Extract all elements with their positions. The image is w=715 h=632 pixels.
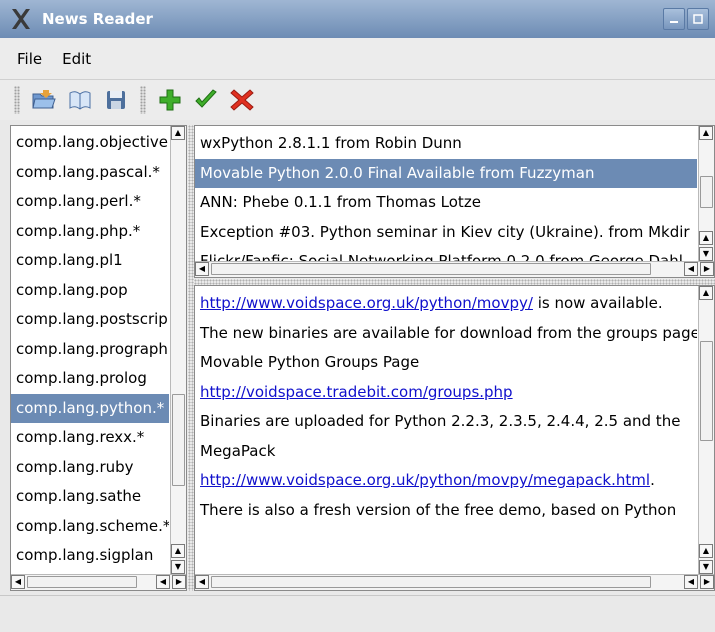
scroll-thumb[interactable] bbox=[211, 576, 651, 588]
article-line: The new binaries are available for downl… bbox=[200, 323, 697, 342]
scroll-thumb[interactable] bbox=[700, 341, 713, 441]
menu-bar: File Edit bbox=[0, 38, 715, 80]
message-list-item[interactable]: ANN: Phebe 0.1.1 from Thomas Lotze bbox=[195, 188, 697, 218]
scroll-up-button[interactable]: ▲ bbox=[171, 544, 185, 558]
article-line: Binaries are uploaded for Python 2.2.3, … bbox=[200, 412, 681, 430]
toolbar-grip[interactable] bbox=[14, 86, 20, 114]
bookmarks-button[interactable] bbox=[64, 84, 96, 116]
status-bar bbox=[0, 595, 715, 632]
group-list-item[interactable]: comp.lang.sigplan bbox=[11, 541, 169, 571]
article-view[interactable]: http://www.voidspace.org.uk/python/movpy… bbox=[194, 285, 715, 591]
group-list-item[interactable]: comp.lang.scheme.* bbox=[11, 512, 169, 542]
message-list-item[interactable]: Movable Python 2.0.0 Final Available fro… bbox=[195, 158, 697, 188]
article-line: http://www.voidspace.org.uk/python/movpy… bbox=[200, 471, 655, 489]
scroll-left-button[interactable]: ◀ bbox=[684, 575, 698, 589]
groups-vscrollbar[interactable]: ▲ ▲ ▼ bbox=[170, 126, 186, 574]
scroll-up-button[interactable]: ▲ bbox=[699, 126, 713, 140]
book-icon bbox=[69, 91, 91, 110]
maximize-icon bbox=[693, 14, 703, 24]
group-list-item[interactable]: comp.lang.perl.* bbox=[11, 187, 169, 217]
messages-hscrollbar[interactable]: ◀ ◀ ▶ bbox=[195, 261, 714, 277]
scroll-right-button[interactable]: ▶ bbox=[172, 575, 186, 589]
menu-edit[interactable]: Edit bbox=[59, 48, 94, 70]
groups-hscrollbar[interactable]: ◀ ◀ ▶ bbox=[11, 574, 186, 590]
check-icon bbox=[195, 89, 217, 108]
scroll-up-button[interactable]: ▲ bbox=[699, 286, 713, 300]
toolbar bbox=[0, 80, 715, 120]
group-list-item[interactable]: comp.lang.php.* bbox=[11, 217, 169, 247]
article-hscrollbar[interactable]: ◀ ◀ ▶ bbox=[195, 574, 714, 590]
scroll-down-button[interactable]: ▼ bbox=[171, 560, 185, 574]
scroll-left-button[interactable]: ◀ bbox=[684, 262, 698, 276]
article-vscrollbar[interactable]: ▲ ▲ ▼ bbox=[698, 286, 714, 574]
scroll-thumb[interactable] bbox=[27, 576, 137, 588]
scroll-down-button[interactable]: ▼ bbox=[699, 560, 713, 574]
article-line: http://www.voidspace.org.uk/python/movpy… bbox=[200, 294, 663, 312]
scroll-down-button[interactable]: ▼ bbox=[699, 247, 713, 261]
app-x-icon bbox=[12, 9, 30, 29]
article-line: There is also a fresh version of the fre… bbox=[200, 500, 677, 519]
group-list-item[interactable]: comp.lang.pop bbox=[11, 276, 169, 306]
article-line: http://voidspace.tradebit.com/groups.php bbox=[195, 378, 697, 408]
scroll-left-button[interactable]: ◀ bbox=[11, 575, 25, 589]
scroll-left-button[interactable]: ◀ bbox=[156, 575, 170, 589]
messages-list[interactable]: wxPython 2.8.1.1 from Robin Dunn Movable … bbox=[194, 125, 715, 278]
delete-button[interactable] bbox=[226, 84, 258, 116]
article-link[interactable]: http://www.voidspace.org.uk/python/movpy… bbox=[200, 471, 650, 489]
message-list-item[interactable]: Exception #03. Python seminar in Kiev ci… bbox=[195, 218, 697, 248]
save-icon bbox=[107, 91, 125, 109]
groups-list[interactable]: comp.lang.objective comp.lang.pascal.* com… bbox=[10, 125, 187, 591]
mark-read-button[interactable] bbox=[190, 84, 222, 116]
window-title: News Reader bbox=[42, 10, 153, 28]
group-list-item[interactable]: comp.lang.postscrip bbox=[11, 305, 169, 335]
open-folder-icon bbox=[32, 90, 56, 109]
group-list-item[interactable]: comp.lang.sathe bbox=[11, 482, 169, 512]
menu-file[interactable]: File bbox=[14, 48, 45, 70]
scroll-thumb[interactable] bbox=[211, 263, 651, 275]
group-list-item[interactable]: comp.lang.prograph bbox=[11, 335, 169, 365]
scroll-up-button[interactable]: ▲ bbox=[171, 126, 185, 140]
article-link[interactable]: http://www.voidspace.org.uk/python/movpy… bbox=[200, 294, 533, 312]
group-list-item[interactable]: comp.lang.objective bbox=[11, 128, 169, 158]
add-button[interactable] bbox=[154, 84, 186, 116]
article-line: MegaPack bbox=[200, 441, 276, 460]
scroll-thumb[interactable] bbox=[172, 394, 185, 486]
minimize-icon bbox=[670, 21, 678, 23]
group-list-item[interactable]: comp.lang.rexx.* bbox=[11, 423, 169, 453]
scroll-up-button[interactable]: ▲ bbox=[699, 231, 713, 245]
message-list-item[interactable]: wxPython 2.8.1.1 from Robin Dunn bbox=[195, 129, 697, 159]
add-icon bbox=[159, 89, 181, 111]
scroll-up-button[interactable]: ▲ bbox=[699, 544, 713, 558]
group-list-item[interactable]: comp.lang.prolog bbox=[11, 364, 169, 394]
group-list-item[interactable]: comp.lang.pl1 bbox=[11, 246, 169, 276]
article-link[interactable]: http://voidspace.tradebit.com/groups.php bbox=[200, 383, 513, 401]
save-button[interactable] bbox=[100, 84, 132, 116]
maximize-button[interactable] bbox=[687, 8, 709, 30]
group-list-item[interactable]: comp.lang.ruby bbox=[11, 453, 169, 483]
messages-vscrollbar[interactable]: ▲ ▲ ▼ bbox=[698, 126, 714, 261]
article-line: Movable Python Groups Page bbox=[200, 353, 420, 371]
delete-icon bbox=[230, 89, 254, 111]
scroll-right-button[interactable]: ▶ bbox=[700, 262, 714, 276]
scroll-left-button[interactable]: ◀ bbox=[195, 575, 209, 589]
toolbar-separator bbox=[140, 86, 146, 114]
group-list-item[interactable]: comp.lang.python.* bbox=[11, 393, 169, 423]
title-bar: News Reader bbox=[0, 0, 715, 38]
minimize-button[interactable] bbox=[663, 8, 685, 30]
group-list-item[interactable]: comp.lang.pascal.* bbox=[11, 158, 169, 188]
scroll-left-button[interactable]: ◀ bbox=[195, 262, 209, 276]
scroll-thumb[interactable] bbox=[700, 176, 713, 208]
open-button[interactable] bbox=[28, 84, 60, 116]
scroll-right-button[interactable]: ▶ bbox=[700, 575, 714, 589]
